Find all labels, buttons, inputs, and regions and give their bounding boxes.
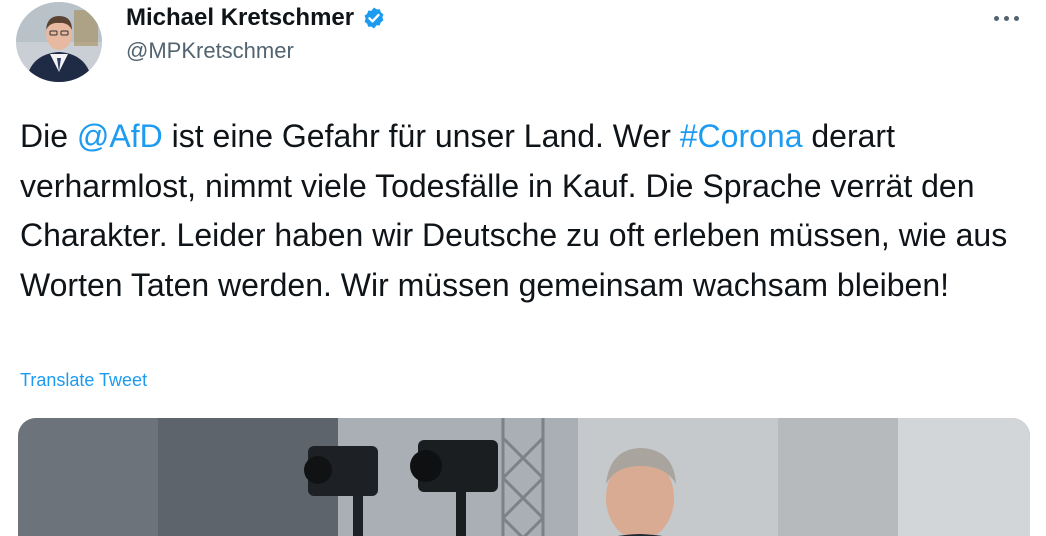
avatar[interactable] xyxy=(16,2,102,82)
display-name[interactable]: Michael Kretschmer xyxy=(126,4,354,32)
tweet-text: Die @AfD ist eine Gefahr für unser Land.… xyxy=(20,112,1020,310)
name-row: Michael Kretschmer xyxy=(126,0,386,36)
more-options-button[interactable] xyxy=(986,2,1026,34)
avatar-photo xyxy=(16,2,102,82)
more-horizontal-icon xyxy=(1013,15,1019,21)
hashtag-link[interactable]: #Corona xyxy=(680,118,803,154)
more-horizontal-icon xyxy=(1003,15,1009,21)
tweet-text-segment: ist eine Gefahr für unser Land. Wer xyxy=(162,118,680,154)
tweet-card: Michael Kretschmer @MPKretschmer Die @Af… xyxy=(0,0,1046,536)
translate-tweet-link[interactable]: Translate Tweet xyxy=(20,370,147,391)
tweet-media-image[interactable] xyxy=(18,418,1030,536)
user-handle[interactable]: @MPKretschmer xyxy=(126,38,386,64)
tweet-text-segment: Die xyxy=(20,118,77,154)
verified-badge-icon xyxy=(362,6,386,30)
author-block: Michael Kretschmer @MPKretschmer xyxy=(126,0,386,64)
media-photo xyxy=(18,418,1030,536)
mention-link[interactable]: @AfD xyxy=(77,118,163,154)
more-horizontal-icon xyxy=(993,15,999,21)
